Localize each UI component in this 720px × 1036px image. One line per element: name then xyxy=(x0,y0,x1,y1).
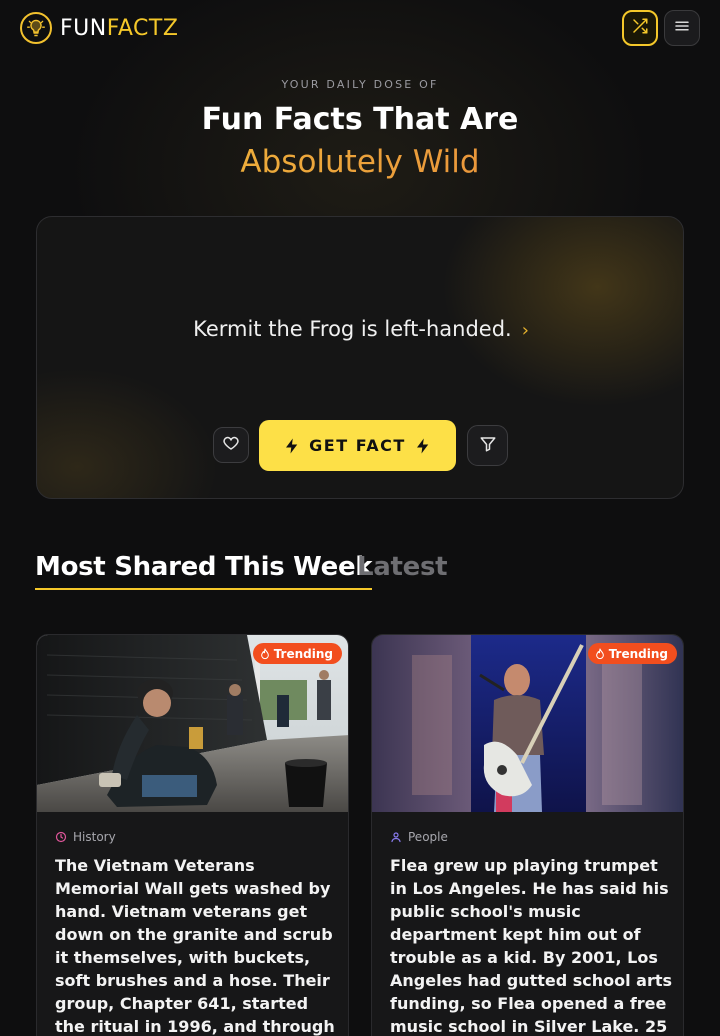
card-image-memorial: Trending xyxy=(37,635,348,812)
hero-kicker: YOUR DAILY DOSE OF xyxy=(281,78,439,91)
heart-icon xyxy=(222,434,240,456)
menu-button[interactable] xyxy=(664,10,700,46)
category-history[interactable]: History xyxy=(55,830,116,844)
logo-text: FUNFACTZ xyxy=(60,16,178,41)
card-body-text: Flea grew up playing trumpet in Los Ange… xyxy=(390,856,673,1036)
clock-icon xyxy=(55,831,67,843)
tab-most-shared[interactable]: Most Shared This Week xyxy=(35,552,373,590)
logo-word-factz: FACTZ xyxy=(106,15,179,41)
category-label: People xyxy=(408,830,448,844)
logo[interactable]: FUNFACTZ xyxy=(20,12,178,44)
tab-latest[interactable]: Latest xyxy=(357,552,448,582)
flame-icon xyxy=(260,647,270,660)
get-fact-label: GET FACT xyxy=(309,436,406,455)
filter-button[interactable] xyxy=(467,425,508,466)
trending-label: Trending xyxy=(273,646,333,661)
fact-card: Kermit the Frog is left-handed. › GET FAC… xyxy=(36,216,684,499)
chevron-right-icon[interactable]: › xyxy=(522,320,529,341)
hero-subtitle: Absolutely Wild xyxy=(0,144,720,180)
like-button[interactable] xyxy=(213,427,249,463)
category-people[interactable]: People xyxy=(390,830,448,844)
card-image-flea: Trending xyxy=(372,635,683,812)
person-icon xyxy=(390,831,402,843)
fact-text: Kermit the Frog is left-handed. xyxy=(193,317,512,341)
trending-badge: Trending xyxy=(252,643,342,664)
fact-card-people[interactable]: Trending People Flea grew up playing tru… xyxy=(371,634,684,1036)
trending-badge: Trending xyxy=(587,643,677,664)
top-bar: FUNFACTZ xyxy=(0,0,720,58)
card-body-text: The Vietnam Veterans Memorial Wall gets … xyxy=(55,856,335,1036)
flame-icon xyxy=(595,647,605,660)
fact-text-row[interactable]: Kermit the Frog is left-handed. › xyxy=(37,317,683,341)
shuffle-button[interactable] xyxy=(622,10,658,46)
shuffle-icon xyxy=(631,17,649,39)
logo-word-fun: FUN xyxy=(60,15,107,41)
lightbulb-icon xyxy=(20,12,52,44)
filter-icon xyxy=(479,435,497,457)
bolt-icon xyxy=(414,436,432,456)
fact-card-history[interactable]: Trending History The Vietnam Veterans Me… xyxy=(36,634,349,1036)
hero-title: Fun Facts That Are xyxy=(201,102,519,137)
bolt-icon xyxy=(283,436,301,456)
trending-label: Trending xyxy=(608,646,668,661)
hamburger-menu-icon xyxy=(673,17,691,39)
get-fact-button[interactable]: GET FACT xyxy=(259,420,456,471)
category-label: History xyxy=(73,830,116,844)
